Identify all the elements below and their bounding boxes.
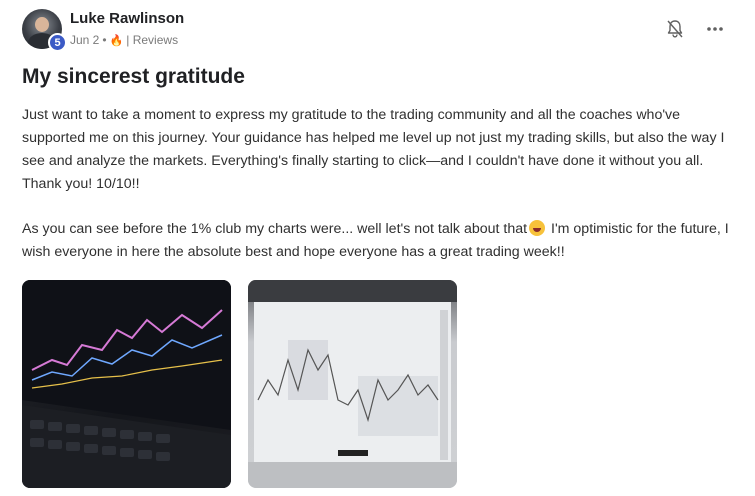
author-name[interactable]: Luke Rawlinson — [70, 10, 184, 27]
bell-off-icon[interactable] — [666, 19, 684, 39]
post-images — [22, 280, 457, 488]
meta-separator: • — [102, 33, 107, 47]
level-badge-icon: 5 — [48, 33, 67, 52]
post-paragraph-2: As you can see before the 1% club my cha… — [22, 218, 742, 264]
avatar[interactable]: 5 — [22, 9, 67, 52]
post-paragraph-1: Just want to take a moment to express my… — [22, 107, 725, 192]
fire-icon: 🔥 — [109, 34, 124, 47]
post-meta: Jun 2 • 🔥 | Reviews — [70, 33, 178, 47]
rofl-emoji-icon — [529, 220, 546, 236]
post-category[interactable]: | Reviews — [126, 33, 178, 47]
post-header: 5 Luke Rawlinson Jun 2 • 🔥 | Reviews — [22, 9, 742, 52]
paragraph-2-text-before: As you can see before the 1% club my cha… — [22, 221, 528, 237]
attachment-image-monitor[interactable] — [248, 280, 457, 488]
post-title: My sincerest gratitude — [22, 65, 245, 88]
attachment-image-laptop[interactable] — [22, 280, 231, 488]
post-date: Jun 2 — [70, 33, 100, 47]
more-horizontal-icon[interactable] — [705, 19, 725, 39]
